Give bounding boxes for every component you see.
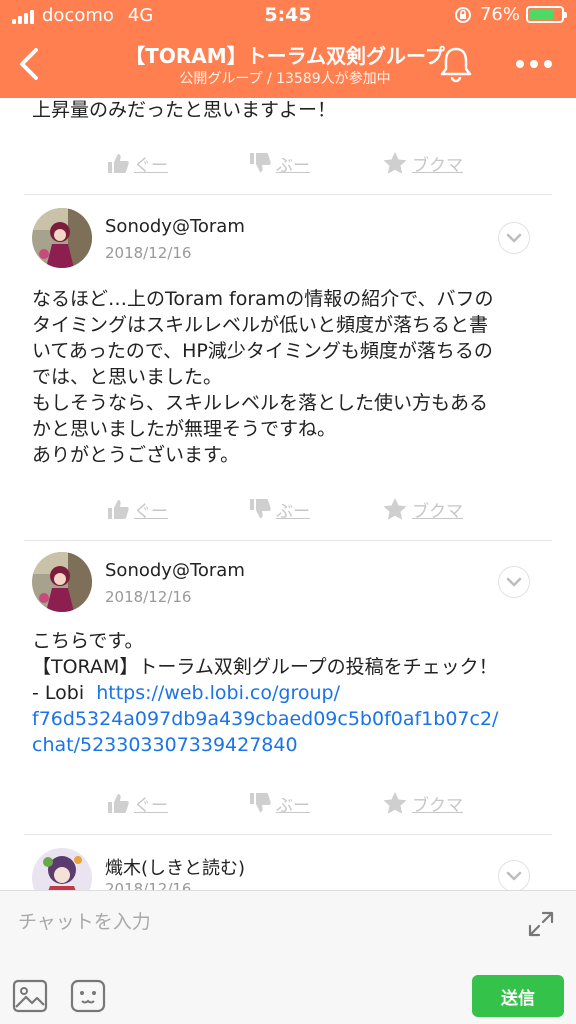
post-link[interactable]: chat/523303307339427840 — [32, 732, 552, 758]
thumbs-up-icon — [108, 500, 129, 519]
dislike-button[interactable]: ぶー — [248, 786, 310, 820]
avatar[interactable] — [32, 208, 92, 268]
post-link[interactable]: f76d5324a097db9a439cbaed09c5b0f0af1b07c2… — [32, 706, 552, 732]
star-icon — [383, 792, 407, 814]
more-icon[interactable] — [512, 54, 556, 74]
star-icon — [383, 152, 407, 174]
dislike-button[interactable]: ぶー — [248, 146, 310, 180]
battery-icon — [526, 6, 567, 23]
message-text: 上昇量のみだったと思いますよー！ — [32, 99, 337, 121]
post-link[interactable]: https://web.lobi.co/group/ — [96, 682, 340, 704]
image-icon[interactable] — [12, 979, 48, 1013]
post-date: 2018/12/16 — [105, 880, 192, 890]
author-name[interactable]: 熾木(しきと読む) — [105, 854, 245, 880]
chevron-down-icon — [506, 577, 522, 587]
status-bar: docomo 4G 5:45 76% — [0, 0, 576, 32]
message-text: こちらです。 【TORAM】トーラム双剣グループの投稿をチェック！ - Lobi… — [32, 628, 552, 758]
chevron-down-icon — [506, 233, 522, 243]
bookmark-button[interactable]: ブクマ — [382, 786, 463, 820]
divider — [24, 540, 552, 541]
reaction-bar: ぐー ぶー ブクマ — [0, 146, 576, 180]
like-button[interactable]: ぐー — [106, 146, 168, 180]
star-icon — [383, 498, 407, 520]
thumbs-up-icon — [108, 794, 129, 813]
avatar[interactable] — [32, 552, 92, 612]
avatar[interactable] — [32, 848, 92, 890]
bookmark-button[interactable]: ブクマ — [382, 492, 463, 526]
message-text: なるほど…上のToram foramの情報の紹介で、バフの タイミングはスキルレ… — [32, 288, 494, 466]
thumbs-down-icon — [250, 153, 271, 172]
thumbs-up-icon — [108, 154, 129, 173]
group-subtitle: 公開グループ / 13589人が参加中 — [179, 71, 391, 87]
post-menu-button[interactable] — [498, 566, 530, 598]
post-menu-button[interactable] — [498, 222, 530, 254]
post-date: 2018/12/16 — [105, 588, 192, 606]
author-name[interactable]: Sonody@Toram — [105, 216, 245, 237]
chat-feed[interactable]: 上昇量のみだったと思いますよー！ ぐー ぶー ブクマ Sonody@Toram … — [0, 98, 576, 890]
thumbs-down-icon — [250, 499, 271, 518]
sticker-icon[interactable] — [70, 979, 106, 1013]
dislike-button[interactable]: ぶー — [248, 492, 310, 526]
expand-icon[interactable] — [526, 909, 556, 939]
chat-composer: 送信 — [0, 890, 576, 1024]
chat-input[interactable] — [18, 905, 498, 939]
like-button[interactable]: ぐー — [106, 492, 168, 526]
group-title: 【TORAM】トーラム双剣グループ — [125, 44, 445, 68]
author-name[interactable]: Sonody@Toram — [105, 560, 245, 581]
bell-icon[interactable] — [438, 44, 474, 84]
post-menu-button[interactable] — [498, 860, 530, 890]
reaction-bar: ぐー ぶー ブクマ — [0, 786, 576, 820]
divider — [24, 194, 552, 195]
like-button[interactable]: ぐー — [106, 786, 168, 820]
thumbs-down-icon — [250, 793, 271, 812]
chevron-down-icon — [506, 871, 522, 881]
divider — [24, 834, 552, 835]
orientation-lock-icon — [454, 6, 471, 23]
back-arrow-icon[interactable] — [10, 42, 50, 86]
bookmark-button[interactable]: ブクマ — [382, 146, 463, 180]
nav-bar: 【TORAM】トーラム双剣グループ 公開グループ / 13589人が参加中 — [0, 32, 576, 98]
reaction-bar: ぐー ぶー ブクマ — [0, 492, 576, 526]
battery-percent: 76% — [479, 4, 520, 25]
app-header: docomo 4G 5:45 76% 【TORAM】トーラム双剣グループ 公開グ… — [0, 0, 576, 98]
post-date: 2018/12/16 — [105, 244, 192, 262]
send-button[interactable]: 送信 — [472, 975, 564, 1017]
